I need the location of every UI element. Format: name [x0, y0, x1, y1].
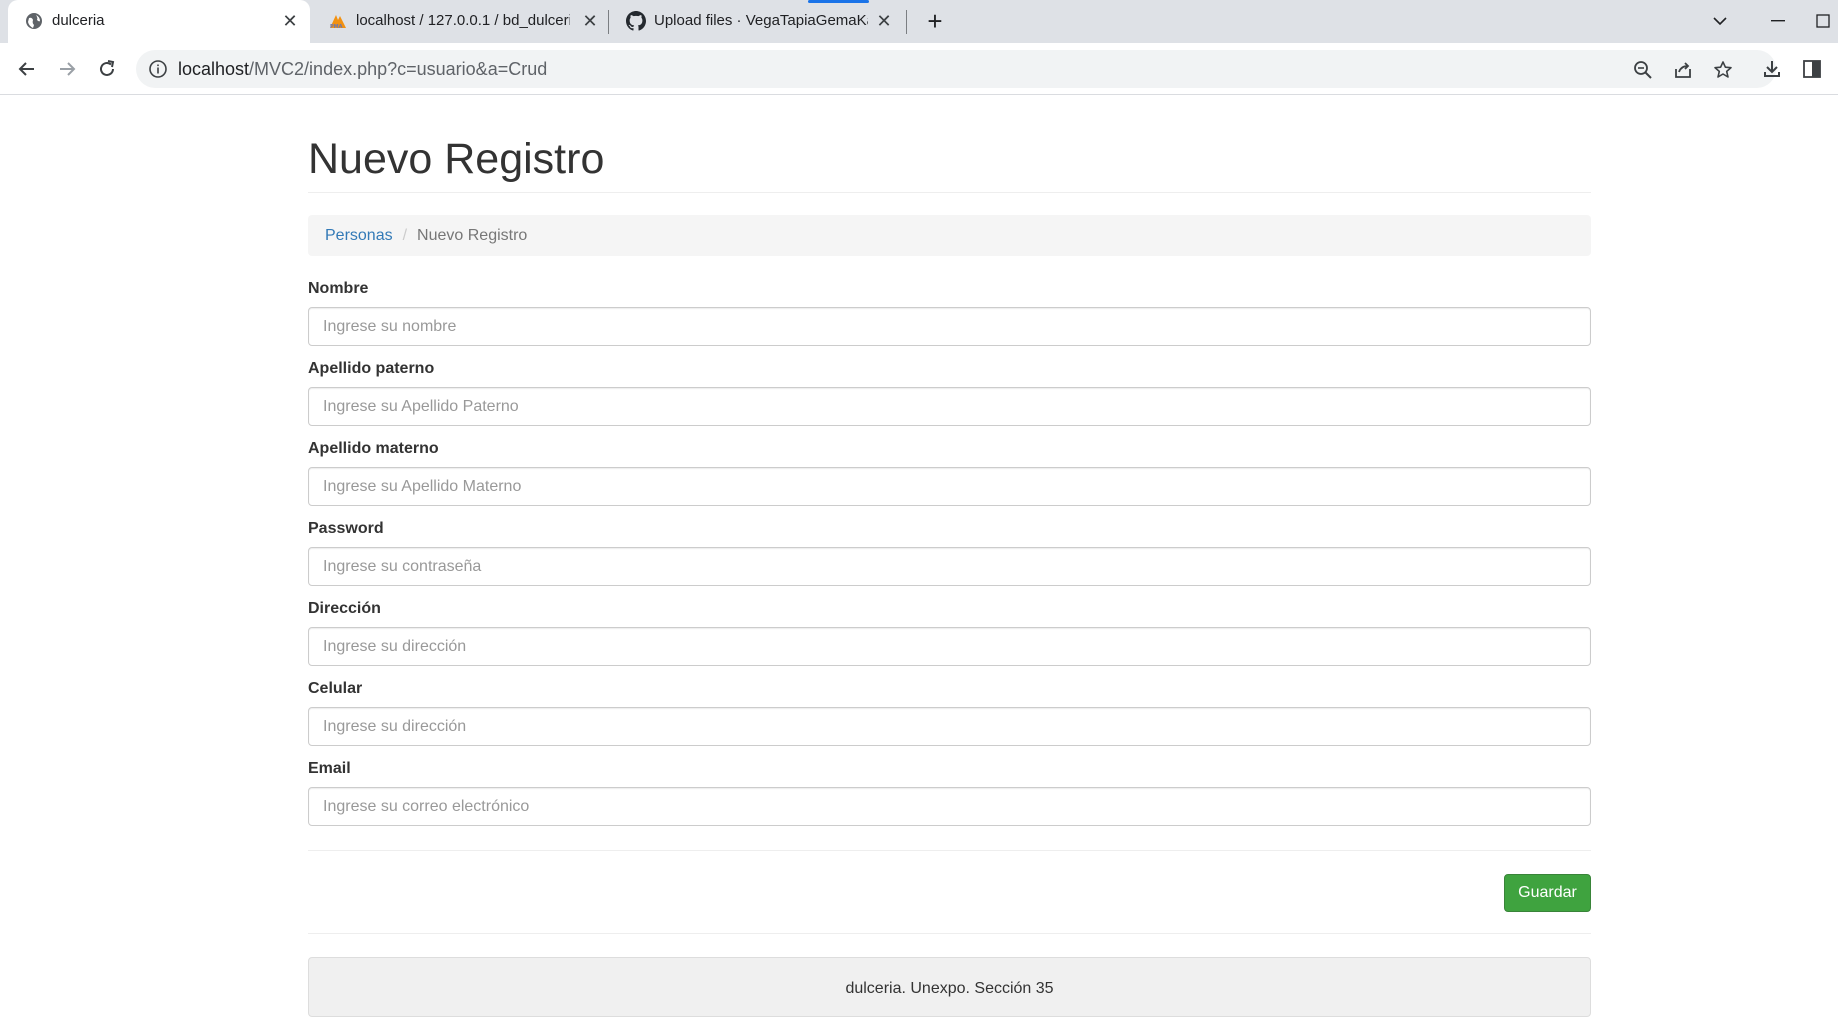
form-group-direccion: Dirección [308, 599, 1591, 667]
tab-separator [906, 10, 907, 34]
forward-button[interactable] [52, 54, 82, 84]
form-group-email: Email [308, 759, 1591, 827]
breadcrumb-current: Nuevo Registro [417, 226, 528, 244]
svg-text:PMA: PMA [330, 24, 343, 29]
browser-toolbar: localhost/MVC2/index.php?c=usuario&a=Cru… [0, 43, 1838, 95]
form-group-celular: Celular [308, 679, 1591, 747]
email-input[interactable] [308, 787, 1591, 827]
page-header: Nuevo Registro [308, 96, 1591, 194]
form-group-apellido-materno: Apellido materno [308, 439, 1591, 507]
field-label-direccion: Dirección [308, 600, 381, 618]
download-icon[interactable] [1760, 57, 1784, 81]
globe-icon [24, 11, 44, 31]
info-icon[interactable] [148, 59, 168, 79]
zoom-icon[interactable] [1632, 59, 1654, 81]
tab-separator [608, 10, 609, 34]
tab-title: Upload files · VegaTapiaGemaKa [654, 12, 868, 29]
breadcrumb-separator: / [402, 226, 408, 244]
tab-strip: dulceria ✕ PMA localhost / 127.0.0.1 / b… [0, 0, 1838, 43]
breadcrumb: Personas / Nuevo Registro [308, 215, 1591, 257]
minimize-button[interactable] [1758, 6, 1798, 36]
close-icon[interactable]: ✕ [280, 11, 300, 31]
maximize-button[interactable] [1808, 6, 1838, 36]
field-label-celular: Celular [308, 680, 363, 698]
page-footer: dulceria. Unexpo. Sección 35 [308, 957, 1591, 1018]
form-group-apellido-paterno: Apellido paterno [308, 359, 1591, 427]
tab-dulceria[interactable]: dulceria ✕ [8, 0, 310, 43]
direccion-input[interactable] [308, 627, 1591, 667]
url-path: /MVC2/index.php?c=usuario&a=Crud [249, 59, 548, 79]
back-button[interactable] [12, 54, 42, 84]
page-title: Nuevo Registro [308, 135, 605, 183]
page-container: Nuevo Registro Personas / Nuevo Registro… [308, 96, 1591, 1018]
share-icon[interactable] [1672, 59, 1694, 81]
apellido-paterno-input[interactable] [308, 387, 1591, 427]
registro-form: Nombre Apellido paterno Apellido materno… [308, 279, 1591, 935]
phpmyadmin-icon: PMA [328, 11, 348, 31]
bookmark-star-icon[interactable] [1712, 59, 1734, 81]
close-icon[interactable]: ✕ [874, 11, 894, 31]
tab-title: dulceria [52, 12, 105, 29]
guardar-button[interactable]: Guardar [1504, 874, 1591, 913]
field-label-apellido-materno: Apellido materno [308, 440, 439, 458]
form-actions: Guardar [308, 851, 1591, 933]
tab-loading-indicator [808, 0, 869, 3]
nombre-input[interactable] [308, 307, 1591, 347]
github-icon [626, 11, 646, 31]
apellido-materno-input[interactable] [308, 467, 1591, 507]
new-tab-button[interactable]: + [918, 8, 952, 36]
field-label-apellido-paterno: Apellido paterno [308, 360, 435, 378]
field-label-password: Password [308, 520, 384, 538]
password-input[interactable] [308, 547, 1591, 587]
field-label-nombre: Nombre [308, 280, 369, 298]
url-text: localhost/MVC2/index.php?c=usuario&a=Cru… [178, 59, 547, 80]
url-host: localhost [178, 59, 250, 79]
field-label-email: Email [308, 760, 351, 778]
form-group-password: Password [308, 519, 1591, 587]
form-group-nombre: Nombre [308, 279, 1591, 347]
tab-github[interactable]: Upload files · VegaTapiaGemaKa ✕ [610, 0, 906, 43]
reload-button[interactable] [92, 54, 122, 84]
divider [308, 933, 1591, 935]
celular-input[interactable] [308, 707, 1591, 747]
side-panel-icon[interactable] [1800, 57, 1824, 81]
breadcrumb-link-personas[interactable]: Personas [325, 227, 393, 245]
close-icon[interactable]: ✕ [580, 11, 600, 31]
tab-title: localhost / 127.0.0.1 / bd_dulceri [356, 12, 570, 29]
tab-search-button[interactable] [1700, 6, 1740, 36]
address-bar[interactable]: localhost/MVC2/index.php?c=usuario&a=Cru… [136, 50, 1776, 88]
tab-phpmyadmin[interactable]: PMA localhost / 127.0.0.1 / bd_dulceri ✕ [312, 0, 608, 43]
